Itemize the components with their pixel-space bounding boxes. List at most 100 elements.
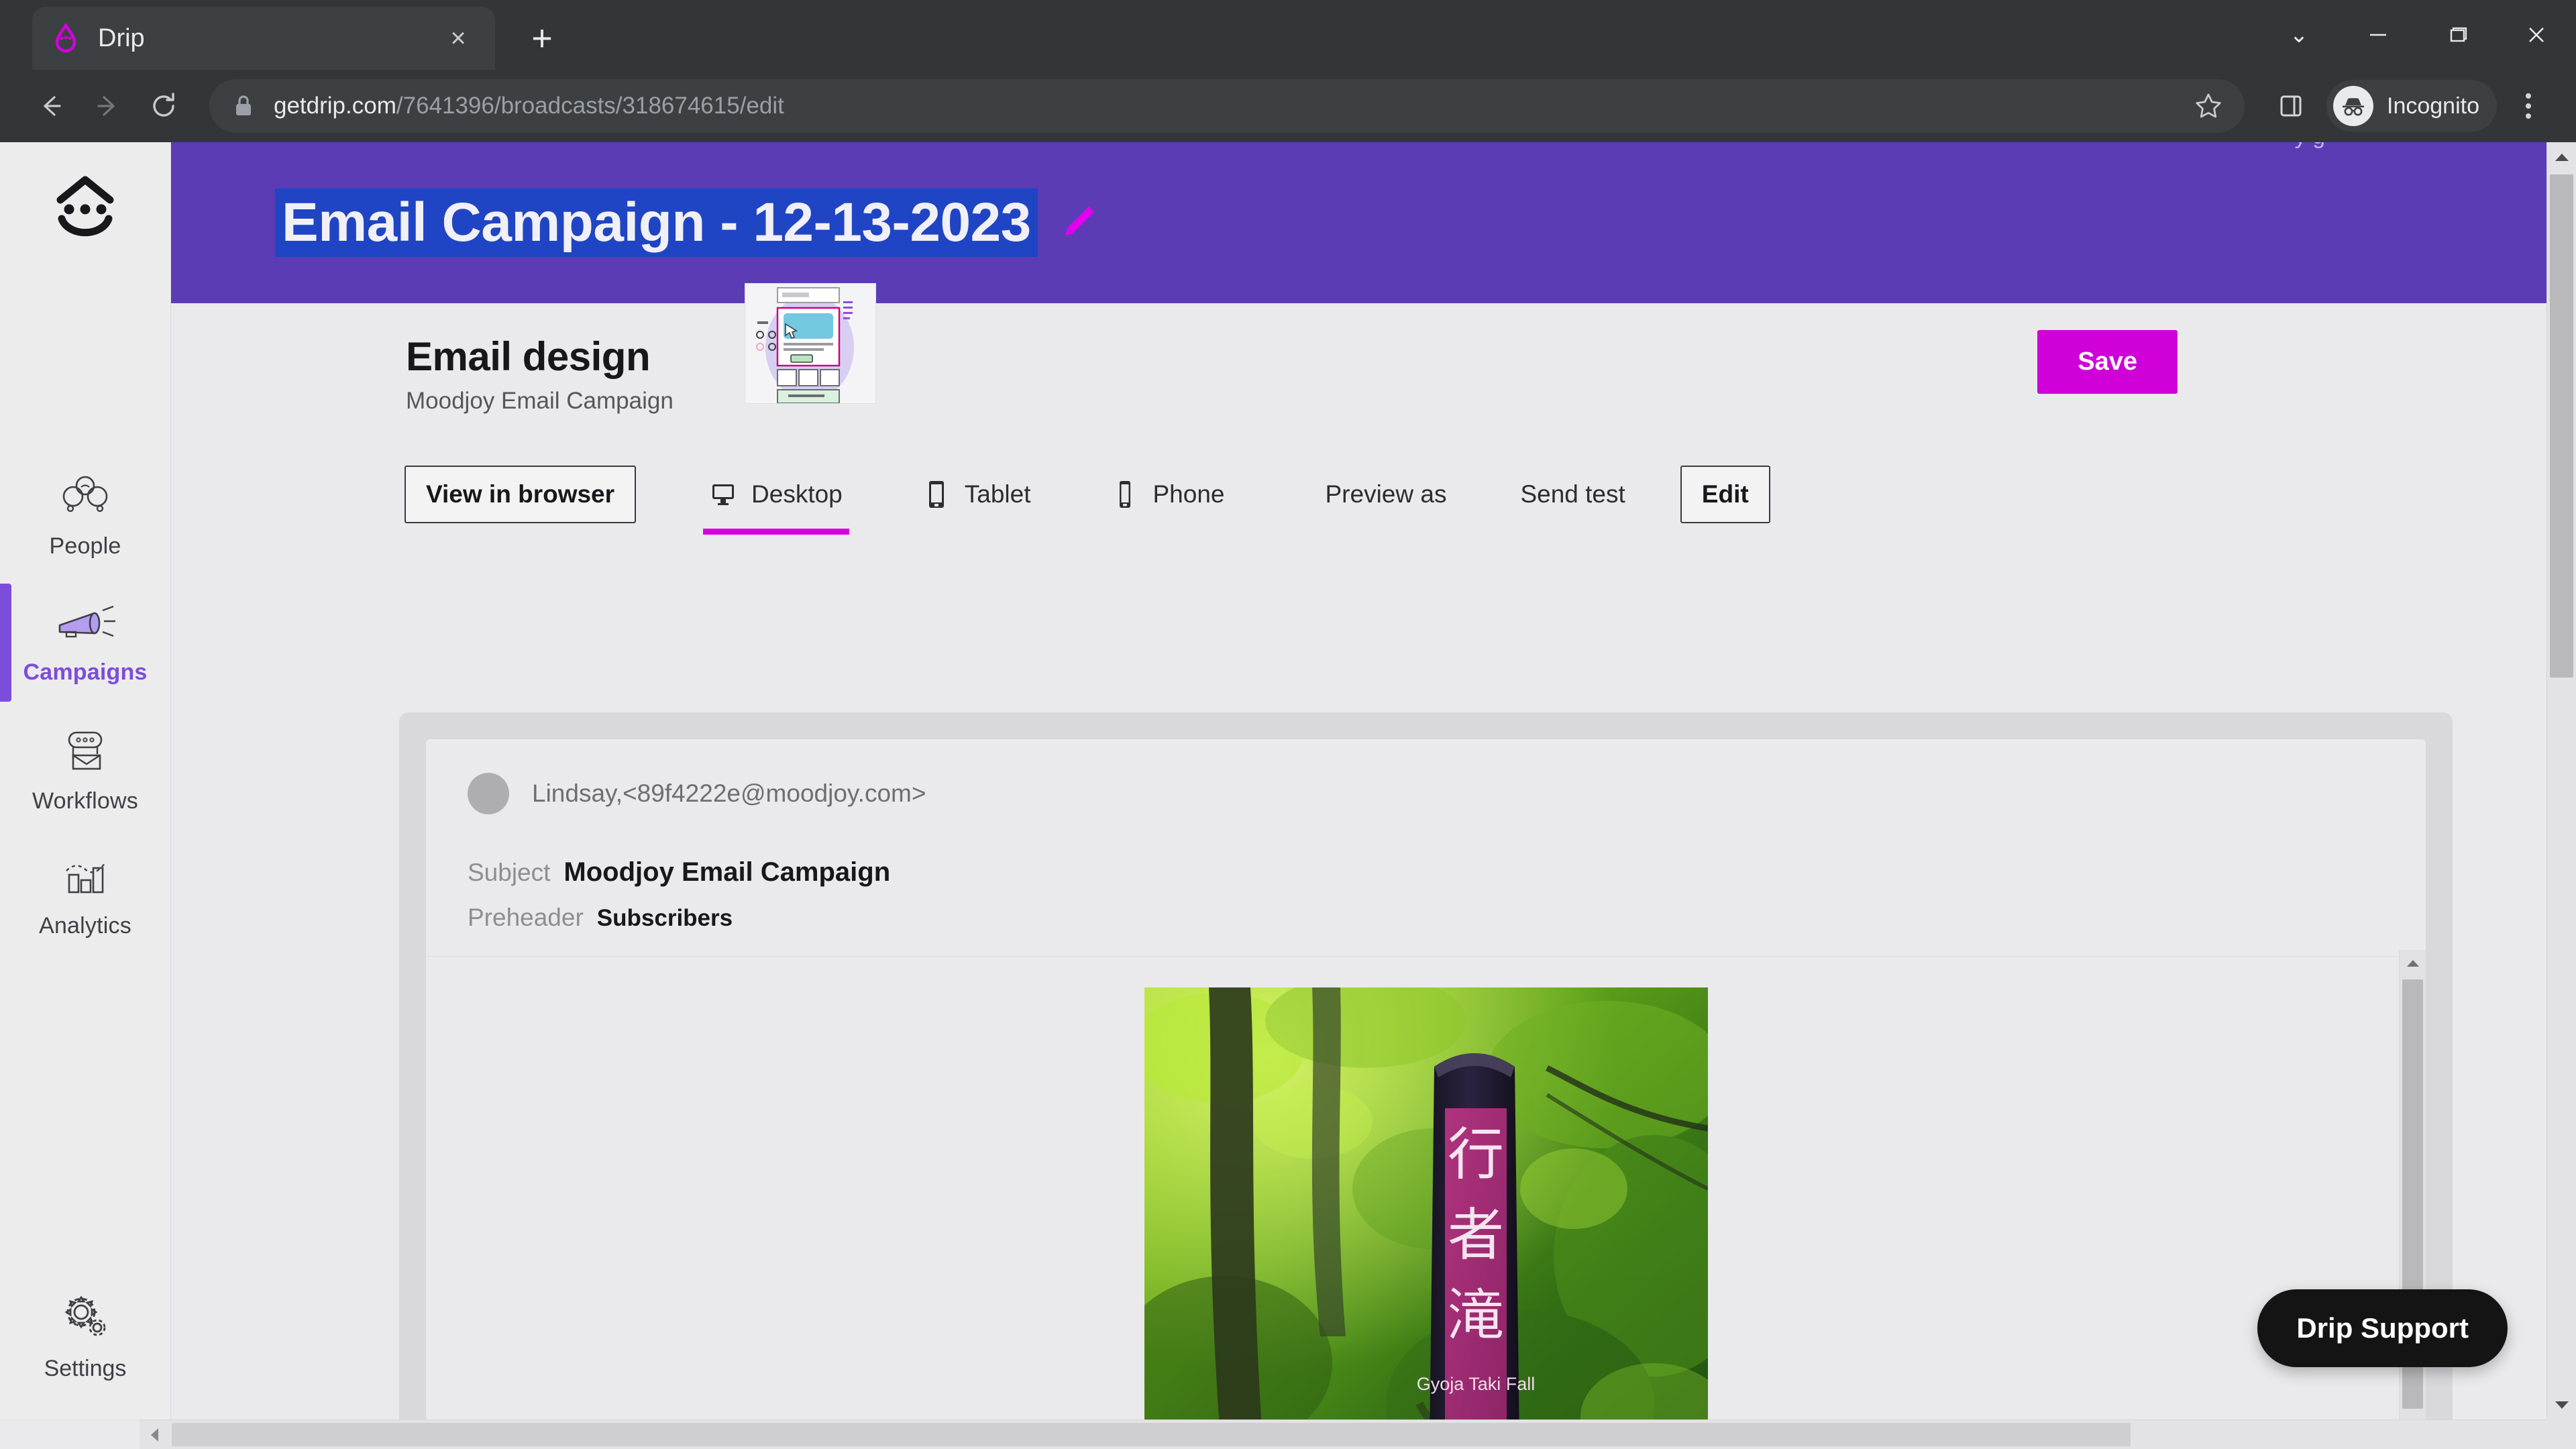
- tab-tablet[interactable]: Tablet: [916, 451, 1038, 537]
- tab-desktop[interactable]: Desktop: [703, 451, 849, 537]
- campaign-hero-header: y g Email Campaign - 12-13-2023: [171, 142, 2546, 303]
- browser-tab-title: Drip: [98, 23, 145, 52]
- megaphone-icon: [53, 602, 117, 647]
- maximize-button[interactable]: [2418, 0, 2497, 70]
- sidebar-item-label-campaigns: Campaigns: [23, 659, 148, 685]
- svg-text:者: 者: [1447, 1202, 1503, 1268]
- scroll-left-icon[interactable]: [140, 1420, 169, 1449]
- drip-logo-icon: [51, 22, 80, 53]
- url-path: /7641396/broadcasts/318674615/edit: [396, 93, 784, 119]
- new-tab-button[interactable]: +: [520, 16, 564, 60]
- pencil-icon[interactable]: [1058, 203, 1098, 243]
- phone-icon: [1112, 478, 1138, 511]
- browser-menu-icon[interactable]: [2504, 80, 2553, 132]
- page-title: Email design: [406, 333, 651, 379]
- save-button[interactable]: Save: [2037, 330, 2178, 394]
- email-design-bar: Email design Moodjoy Email Campaign Save: [171, 283, 2546, 444]
- scroll-up-icon[interactable]: [2547, 142, 2576, 172]
- forward-button[interactable]: [79, 78, 136, 134]
- avatar: [468, 773, 509, 814]
- sidebar-item-label-analytics: Analytics: [39, 913, 131, 938]
- page-content: y g Email Campaign - 12-13-2023: [171, 142, 2546, 1419]
- page-subtitle: Moodjoy Email Campaign: [406, 387, 674, 414]
- sidebar-item-analytics[interactable]: Analytics: [0, 835, 170, 959]
- tab-phone[interactable]: Phone: [1105, 451, 1232, 537]
- email-subject-value: Moodjoy Email Campaign: [564, 857, 891, 887]
- scrollbar-corner: [2546, 1419, 2576, 1449]
- browser-toolbar: getdrip.com/7641396/broadcasts/318674615…: [0, 70, 2576, 142]
- email-subject-row: Subject Moodjoy Email Campaign: [468, 857, 2384, 888]
- tab-search-icon[interactable]: ⌄: [2259, 0, 2339, 70]
- preview-as-button[interactable]: Preview as: [1319, 453, 1454, 535]
- page-horizontal-scrollbar[interactable]: [140, 1419, 2546, 1449]
- sidebar-nav: People Campaigns Workflows Analytics: [0, 451, 170, 959]
- profile-label: Incognito: [2387, 93, 2479, 119]
- tab-label-desktop: Desktop: [751, 480, 843, 508]
- monitor-icon: [710, 478, 737, 511]
- sidebar-item-people[interactable]: People: [0, 451, 170, 580]
- drip-logo[interactable]: [0, 170, 170, 246]
- email-preheader-value: Subscribers: [596, 905, 733, 931]
- email-preview-card: Lindsay,<89f4222e@moodjoy.com> Subject M…: [399, 712, 2453, 1419]
- bookmark-star-icon[interactable]: [2190, 87, 2227, 125]
- tab-label-phone: Phone: [1152, 480, 1225, 508]
- preview-as-label: Preview as: [1325, 480, 1447, 508]
- svg-text:滝: 滝: [1447, 1283, 1503, 1348]
- address-bar[interactable]: getdrip.com/7641396/broadcasts/318674615…: [209, 79, 2245, 133]
- email-subject-label: Subject: [468, 859, 551, 886]
- sidebar-item-settings[interactable]: Settings: [0, 1292, 170, 1382]
- url-text: getdrip.com/7641396/broadcasts/318674615…: [274, 93, 784, 119]
- profile-incognito-button[interactable]: Incognito: [2326, 80, 2497, 132]
- browser-tabstrip: Drip × + ⌄: [0, 0, 2576, 70]
- email-preview-header: Lindsay,<89f4222e@moodjoy.com> Subject M…: [426, 739, 2426, 957]
- email-preview-inner: Lindsay,<89f4222e@moodjoy.com> Subject M…: [426, 739, 2426, 1419]
- page-vertical-scrollbar[interactable]: [2546, 142, 2576, 1419]
- send-test-label: Send test: [1520, 480, 1625, 508]
- page-viewport: People Campaigns Workflows Analytics Set…: [0, 142, 2576, 1449]
- svg-text:行: 行: [1447, 1122, 1503, 1187]
- hero-cutoff-text: y g: [2295, 142, 2325, 150]
- browser-window: Drip × + ⌄ getdrip.com/7641396/broadcast…: [0, 0, 2576, 1449]
- lock-icon: [232, 93, 255, 119]
- scrollbar-thumb[interactable]: [2550, 174, 2573, 678]
- reload-button[interactable]: [136, 78, 192, 134]
- app-sidebar: People Campaigns Workflows Analytics Set…: [0, 142, 171, 1449]
- email-preheader-row: Preheader Subscribers: [468, 904, 2384, 932]
- people-icon: [57, 474, 113, 521]
- workflow-icon: [57, 729, 113, 776]
- drip-support-button[interactable]: Drip Support: [2257, 1289, 2508, 1367]
- gear-icon: [56, 1292, 115, 1344]
- sidebar-item-label-settings: Settings: [44, 1356, 127, 1381]
- send-test-button[interactable]: Send test: [1513, 453, 1631, 535]
- window-close-button[interactable]: [2497, 0, 2576, 70]
- edit-button[interactable]: Edit: [1680, 466, 1770, 523]
- sidebar-item-label-workflows: Workflows: [32, 788, 138, 814]
- scrollbar-thumb[interactable]: [172, 1423, 2131, 1446]
- email-preheader-label: Preheader: [468, 904, 584, 931]
- sidebar-item-campaigns[interactable]: Campaigns: [0, 580, 170, 706]
- campaign-title[interactable]: Email Campaign - 12-13-2023: [275, 189, 1038, 257]
- viewport-bottom-left-filler: [0, 1419, 140, 1449]
- minimize-button[interactable]: [2339, 0, 2418, 70]
- back-button[interactable]: [23, 78, 79, 134]
- browser-tab[interactable]: Drip ×: [32, 7, 495, 70]
- email-hero-image: 行 者 滝 Gyoja Taki Fall: [1144, 987, 1708, 1419]
- svg-text:Gyoja Taki Fall: Gyoja Taki Fall: [1416, 1374, 1535, 1394]
- sidebar-item-label-people: People: [49, 533, 121, 559]
- email-from-row: Lindsay,<89f4222e@moodjoy.com>: [468, 773, 2384, 814]
- url-host: getdrip.com: [274, 93, 396, 119]
- scroll-down-icon[interactable]: [2547, 1390, 2576, 1419]
- email-preview-body: 行 者 滝 Gyoja Taki Fall: [426, 950, 2426, 1419]
- email-design-thumbnail: [745, 283, 876, 404]
- scroll-up-icon[interactable]: [2400, 950, 2426, 977]
- window-controls: ⌄: [2259, 0, 2576, 70]
- email-from-value: Lindsay,<89f4222e@moodjoy.com>: [532, 780, 926, 807]
- bar-chart-icon: [58, 857, 112, 901]
- incognito-icon: [2333, 86, 2373, 126]
- side-panel-icon[interactable]: [2265, 80, 2317, 132]
- view-in-browser-button[interactable]: View in browser: [405, 466, 637, 523]
- sidebar-item-workflows[interactable]: Workflows: [0, 706, 170, 835]
- tablet-icon: [923, 478, 950, 511]
- close-icon[interactable]: ×: [440, 20, 476, 56]
- preview-toolbar: View in browser Desktop Tablet Phone Pre…: [171, 444, 2546, 545]
